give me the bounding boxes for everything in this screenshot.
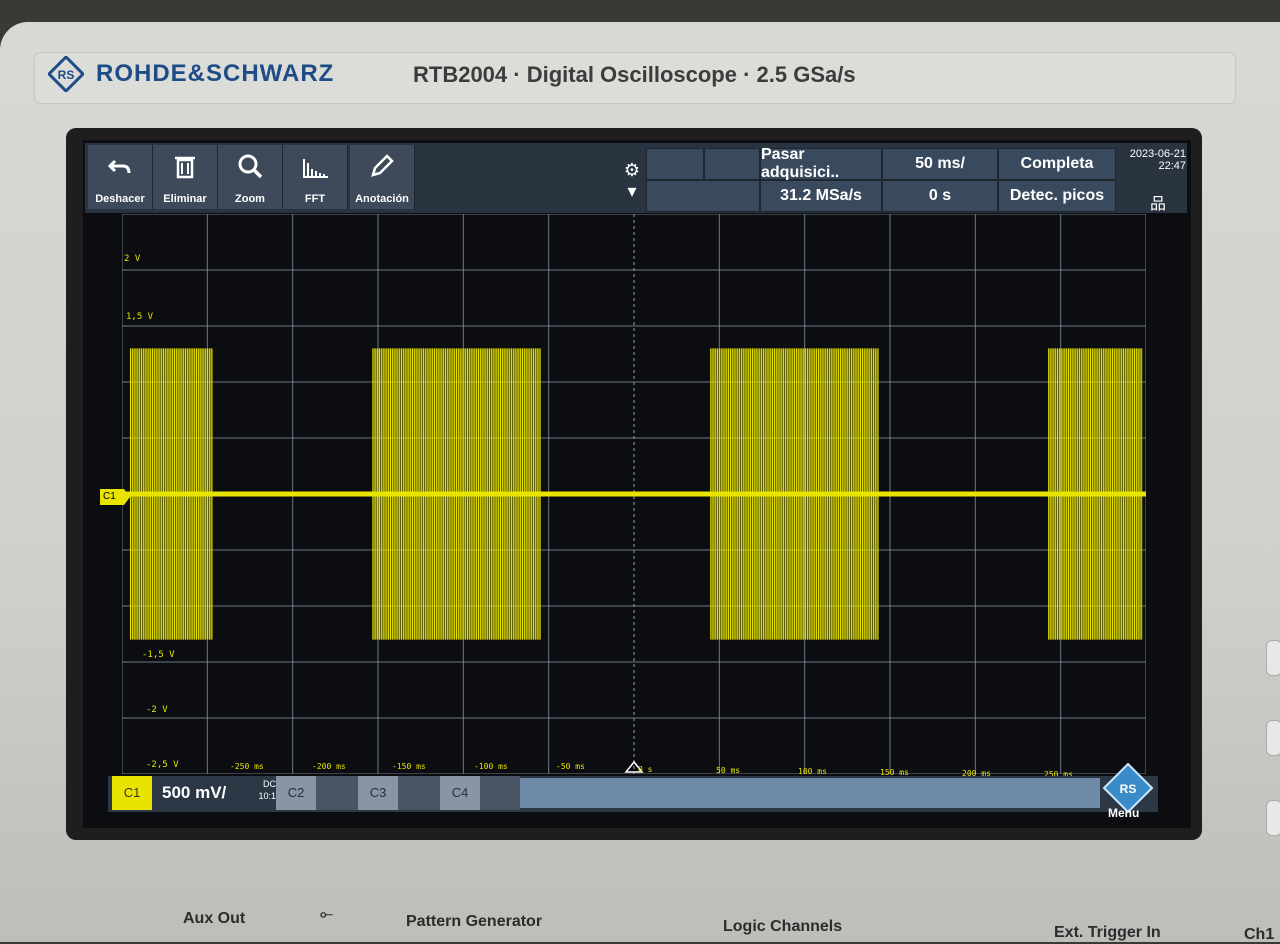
x-label: -100 ms [474,762,508,771]
ext-trigger-label: Ext. Trigger In [1054,924,1161,941]
logic-channels-label: Logic Channels [723,918,843,935]
aux-out-label: Aux Out [183,910,246,927]
sample-rate[interactable]: 31.2 MSa/s [760,180,882,212]
y-label: 2 V [124,254,141,264]
waveform-plot[interactable] [122,214,1146,774]
timebase-scale[interactable]: 50 ms/ [882,148,998,180]
y-label: -1,5 V [142,650,175,660]
date: 2023-06-21 [1129,148,1186,160]
network-icon: 品 [1150,196,1167,213]
channel-2-slot [316,776,358,810]
waveform-svg [122,214,1146,774]
x-label: 0 s [638,765,653,774]
model-title: RTB2004 · Digital Oscilloscope · 2.5 GSa… [413,62,856,87]
acquisition-status[interactable]: Completa [998,148,1116,180]
x-label: -50 ms [556,762,585,771]
y-label: 1,5 V [126,312,154,322]
undo-icon [107,159,131,174]
y-label: -2,5 V [146,760,179,770]
brand-name: ROHDE&SCHWARZ [96,60,335,87]
svg-text:RS: RS [1120,782,1137,796]
trash-icon [175,156,195,179]
channel-2-tab[interactable]: C2 [276,776,316,810]
side-softkey[interactable] [1266,640,1280,676]
probe-ratio: 10:1 [258,791,276,801]
annotation-label: Anotación [355,193,409,205]
time: 22:47 [1158,160,1186,172]
x-label: -200 ms [312,762,346,771]
undo-button[interactable]: Deshacer [88,145,153,209]
pattern-generator-label: Pattern Generator [406,913,543,930]
channel-3-tab[interactable]: C3 [358,776,398,810]
x-label: -250 ms [230,762,264,771]
channel-1-scale[interactable]: 500 mV/ [152,776,248,810]
y-label: -2 V [146,705,168,715]
ch1-input-label: Ch1 [1244,926,1275,943]
acquisition-mode[interactable]: Pasar adquisici.. [760,146,882,181]
side-softkey[interactable] [1266,800,1280,836]
delete-button[interactable]: Eliminar [153,145,218,209]
side-softkey[interactable] [1266,720,1280,756]
channel-4-tab[interactable]: C4 [440,776,480,810]
datetime: 2023-06-21 22:47 [1120,148,1186,172]
delete-label: Eliminar [163,193,207,205]
channel-1-tab[interactable]: C1 [112,776,152,810]
x-label: 100 ms [798,767,827,776]
channel-1-coupling: DC 10:1 [252,778,276,802]
channel-3-slot [398,776,440,810]
zoom-button[interactable]: Zoom [218,145,283,209]
undo-label: Deshacer [95,193,145,205]
coupling-value: DC [263,779,276,789]
fft-icon [303,159,328,178]
annotation-button[interactable]: Anotación [350,145,415,209]
settings-gear-icon[interactable]: ⚙ ▾ [620,160,644,201]
rs-logo-icon: RS [48,56,84,92]
zoom-label: Zoom [235,193,265,205]
fft-label: FFT [304,193,326,205]
x-label: 50 ms [716,766,741,775]
zoom-icon [238,154,263,179]
pencil-icon [371,154,394,177]
x-label: -150 ms [392,762,426,771]
svg-text:RS: RS [58,68,75,82]
menu-label: Menu [1108,806,1140,820]
channel-offset-marker[interactable]: C1 [100,489,130,505]
detection-mode[interactable]: Detec. picos [998,180,1116,212]
acq-blank-3 [646,180,760,212]
channel-4-slot [480,776,520,810]
time-offset[interactable]: 0 s [882,180,998,212]
usb-icon: ⟜ [320,906,333,923]
status-bar [520,778,1100,808]
fft-button[interactable]: FFT [283,145,348,209]
acq-blank-1 [646,148,704,180]
acq-blank-2 [704,148,760,180]
